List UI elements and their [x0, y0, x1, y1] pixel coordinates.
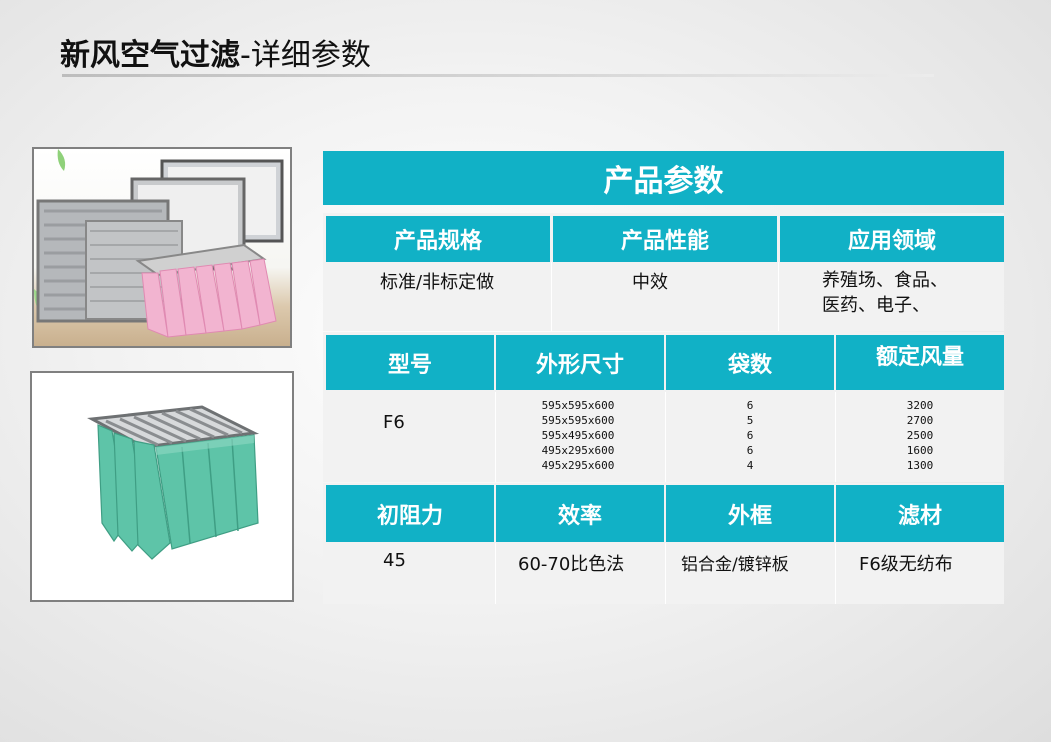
bag-count-item: 6 [746, 444, 754, 457]
divider [778, 262, 779, 331]
value-performance: 中效 [632, 268, 668, 294]
header-airflow: 额定风量 [836, 335, 1004, 390]
divider [835, 543, 836, 604]
bag-filter-illustration [87, 405, 260, 560]
value-initial-resistance: 45 [383, 550, 406, 571]
divider [835, 392, 836, 482]
main-header: 产品参数 [323, 151, 1004, 205]
airflow-item: 3200 [906, 399, 934, 412]
airflow-item: 2700 [906, 414, 934, 427]
title-sub: -详细参数 [240, 38, 371, 73]
title-main: 新风空气过滤 [60, 38, 240, 73]
divider [665, 543, 666, 604]
filter-assortment-photo [32, 147, 292, 348]
header-application: 应用领域 [780, 216, 1004, 262]
dimension-item: 595x595x600 [541, 399, 615, 412]
value-application: 养殖场、食品、 医药、电子、 [822, 268, 948, 318]
dimensions-list: 595x595x600 595x595x600 595x495x600 495x… [520, 398, 636, 473]
divider [551, 262, 552, 331]
header-initial-resistance: 初阻力 [326, 485, 494, 542]
value-efficiency: 60-70比色法 [518, 550, 625, 576]
filter-assortment-illustration [34, 149, 284, 338]
header-performance: 产品性能 [553, 216, 777, 262]
header-filter-media: 滤材 [836, 485, 1004, 542]
value-frame: 铝合金/镀锌板 [681, 550, 789, 575]
airflow-item: 1300 [906, 459, 934, 472]
header-efficiency: 效率 [496, 485, 664, 542]
bag-count-item: 6 [746, 399, 754, 412]
dimension-item: 495x295x600 [541, 459, 615, 472]
airflow-item: 1600 [906, 444, 934, 457]
title-underline [62, 74, 934, 77]
bag-count-list: 6 5 6 6 4 [730, 398, 770, 473]
dimension-item: 595x495x600 [541, 429, 615, 442]
green-bag-filter-photo [30, 371, 294, 602]
bag-count-item: 4 [746, 459, 754, 472]
header-dimensions: 外形尺寸 [496, 335, 664, 390]
divider [495, 543, 496, 604]
page-title: 新风空气过滤-详细参数 [60, 30, 371, 74]
value-filter-media: F6级无纺布 [859, 550, 953, 576]
airflow-item: 2500 [906, 429, 934, 442]
dimension-item: 595x595x600 [541, 414, 615, 427]
value-spec: 标准/非标定做 [380, 268, 495, 294]
header-bag-count: 袋数 [666, 335, 834, 390]
bag-count-item: 6 [746, 429, 754, 442]
airflow-list: 3200 2700 2500 1600 1300 [895, 398, 945, 473]
header-spec: 产品规格 [326, 216, 550, 262]
value-model: F6 [383, 412, 405, 433]
bag-count-item: 5 [746, 414, 754, 427]
divider [495, 392, 496, 482]
divider [665, 392, 666, 482]
header-frame: 外框 [666, 485, 834, 542]
dimension-item: 495x295x600 [541, 444, 615, 457]
header-model: 型号 [326, 335, 494, 390]
